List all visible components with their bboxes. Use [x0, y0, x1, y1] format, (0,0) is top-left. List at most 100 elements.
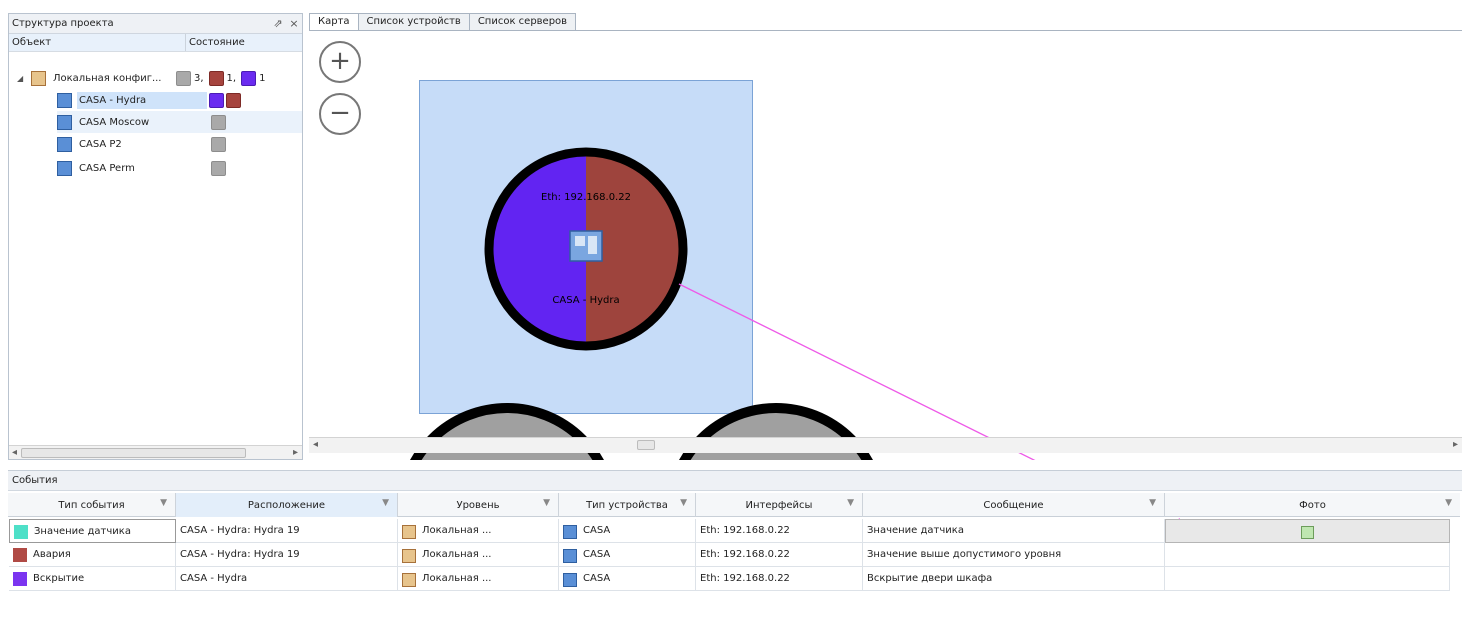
cell-level: Локальная ...: [398, 519, 559, 543]
column-device-type[interactable]: Тип устройства ▼: [559, 493, 696, 517]
column-state[interactable]: Состояние: [186, 34, 302, 51]
column-object[interactable]: Объект: [9, 34, 186, 51]
cell-location: CASA - Hydra: [176, 567, 398, 591]
table-row[interactable]: Значение датчика CASA - Hydra: Hydra 19 …: [9, 519, 1450, 543]
cell-text: CASA: [583, 525, 611, 536]
state-red-icon: [208, 70, 224, 86]
scroll-thumb[interactable]: [21, 448, 246, 458]
filter-icon[interactable]: ▼: [382, 498, 389, 508]
state-purple-icon: [241, 70, 257, 86]
cell-interfaces: Eth: 192.168.0.22: [696, 519, 863, 543]
table-row[interactable]: Вскрытие CASA - Hydra Локальная ... CASA…: [9, 567, 1450, 591]
event-color-icon: [13, 548, 27, 562]
tree-item-label: Локальная конфиг...: [53, 72, 162, 84]
tree-horizontal-scrollbar[interactable]: ◂ ▸: [9, 445, 302, 459]
cell-device-type: CASA: [559, 519, 696, 543]
events-title: События: [8, 471, 1462, 491]
node-interface-label: Eth: 192.168.0.22: [541, 192, 631, 203]
cell-level: Локальная ...: [398, 543, 559, 567]
device-board-icon-chip: [575, 236, 585, 246]
panel-title: Структура проекта: [12, 18, 114, 29]
home-icon: [31, 70, 46, 86]
cell-text: Локальная ...: [422, 525, 492, 536]
event-color-icon: [14, 525, 28, 539]
tree-root-item[interactable]: ◢ Локальная конфиг... 3, 1, 1: [17, 67, 302, 89]
home-icon: [402, 525, 416, 539]
tab-map[interactable]: Карта: [309, 13, 359, 31]
map-horizontal-scrollbar[interactable]: ◂ ▸: [309, 437, 1462, 453]
map-overlay: Eth: 192.168.0.22 CASA - Hydra: [410, 146, 1036, 460]
state-gray-icon: [211, 114, 226, 130]
device-board-icon: [569, 230, 603, 262]
column-interfaces[interactable]: Интерфейсы ▼: [696, 493, 863, 517]
cell-message: Значение датчика: [863, 519, 1165, 543]
home-icon: [402, 549, 416, 563]
cell-location: CASA - Hydra: Hydra 19: [176, 543, 398, 567]
map-canvas[interactable]: + − Eth: 192.168.0.22 CASA - Hydra ◂ ▸: [309, 31, 1462, 460]
tab-server-list[interactable]: Список серверов: [468, 13, 577, 31]
device-board-icon-chip: [588, 236, 597, 254]
cell-device-type: CASA: [559, 567, 696, 591]
panel-titlebar: Структура проекта ⇗ ×: [9, 14, 302, 34]
tree-item-casa-perm[interactable]: CASA Perm: [57, 157, 302, 179]
filter-icon[interactable]: ▼: [680, 498, 687, 508]
project-structure-panel: Структура проекта ⇗ × Объект Состояние ◢…: [8, 13, 303, 460]
state-count: 3,: [194, 72, 204, 84]
scroll-thumb[interactable]: [637, 440, 655, 450]
cell-text: CASA: [583, 549, 611, 560]
table-row[interactable]: Авария CASA - Hydra: Hydra 19 Локальная …: [9, 543, 1450, 567]
column-location[interactable]: Расположение ▼: [176, 493, 398, 517]
device-icon: [57, 160, 72, 176]
device-icon: [57, 136, 72, 152]
close-panel-button[interactable]: ×: [286, 17, 302, 30]
event-color-icon: [13, 572, 27, 586]
column-photo[interactable]: Фото ▼: [1165, 493, 1460, 517]
cell-text: CASA: [583, 573, 611, 584]
device-node-casa-hydra[interactable]: Eth: 192.168.0.22 CASA - Hydra: [484, 146, 688, 352]
column-message[interactable]: Сообщение ▼: [863, 493, 1165, 517]
filter-icon[interactable]: ▼: [160, 498, 167, 508]
scroll-right-icon[interactable]: ▸: [293, 447, 298, 458]
tree-item-casa-p2[interactable]: CASA P2: [57, 133, 302, 155]
tree-item-label: CASA P2: [79, 138, 122, 150]
cell-photo-button[interactable]: [1165, 519, 1450, 543]
tree-item-casa-hydra[interactable]: CASA - Hydra: [57, 89, 302, 111]
state-gray-icon: [176, 70, 191, 86]
app-window: Структура проекта ⇗ × Объект Состояние ◢…: [0, 0, 1462, 620]
column-label: Уровень: [456, 500, 500, 511]
column-label: Интерфейсы: [745, 500, 813, 511]
device-icon: [57, 92, 72, 108]
events-panel: События Тип события ▼ Расположение ▼ Урове…: [8, 470, 1462, 620]
filter-icon[interactable]: ▼: [1445, 498, 1452, 508]
tab-device-list[interactable]: Список устройств: [357, 13, 470, 31]
photo-icon[interactable]: [1301, 526, 1314, 539]
cell-interfaces: Eth: 192.168.0.22: [696, 543, 863, 567]
cell-message: Значение выше допустимого уровня: [863, 543, 1165, 567]
cell-device-type: CASA: [559, 543, 696, 567]
device-icon: [57, 114, 72, 130]
column-event-type[interactable]: Тип события ▼: [8, 493, 176, 517]
device-icon: [563, 525, 577, 539]
tree-header: Объект Состояние: [9, 34, 302, 52]
filter-icon[interactable]: ▼: [1149, 498, 1156, 508]
cell-event-type: Вскрытие: [9, 567, 176, 591]
node-name-label: CASA - Hydra: [552, 295, 619, 306]
filter-icon[interactable]: ▼: [847, 498, 854, 508]
state-count: 1,: [226, 72, 237, 84]
cell-text: Авария: [33, 549, 71, 560]
cell-event-type: Авария: [9, 543, 176, 567]
cell-photo: [1165, 567, 1450, 591]
filter-icon[interactable]: ▼: [543, 498, 550, 508]
cell-message: Вскрытие двери шкафа: [863, 567, 1165, 591]
state-gray-icon: [211, 160, 226, 176]
scroll-left-icon[interactable]: ◂: [12, 447, 17, 458]
state-purple-icon: [209, 92, 224, 108]
tree-item-label: CASA Moscow: [79, 116, 150, 128]
tree-item-casa-moscow[interactable]: CASA Moscow: [57, 111, 302, 133]
pin-icon[interactable]: ⇗: [270, 17, 286, 30]
expand-arrow-icon[interactable]: ◢: [17, 74, 31, 83]
column-level[interactable]: Уровень ▼: [398, 493, 559, 517]
scroll-right-icon[interactable]: ▸: [1453, 439, 1458, 450]
column-label: Тип устройства: [586, 500, 668, 511]
scroll-left-icon[interactable]: ◂: [313, 439, 318, 450]
